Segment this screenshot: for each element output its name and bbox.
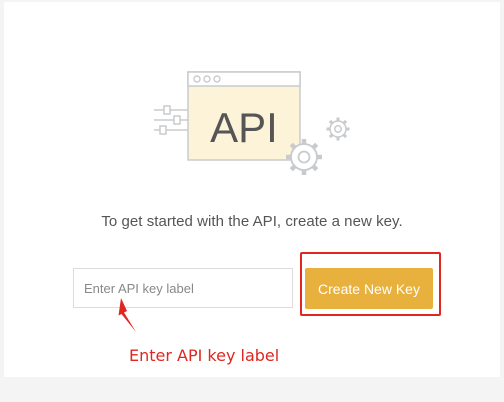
slider-lines-icon [154,105,188,135]
api-illustration: API [154,71,350,175]
create-new-key-button[interactable]: Create New Key [305,268,433,309]
api-key-label-input[interactable] [73,268,293,308]
annotation-arrow-icon [118,298,136,332]
annotation-text: Enter API key label [129,346,280,365]
gear-icon [286,139,322,175]
content-panel [4,2,500,377]
intro-text: To get started with the API, create a ne… [101,213,403,230]
api-illustration-label: API [210,104,278,151]
small-gear-icon [326,117,350,141]
